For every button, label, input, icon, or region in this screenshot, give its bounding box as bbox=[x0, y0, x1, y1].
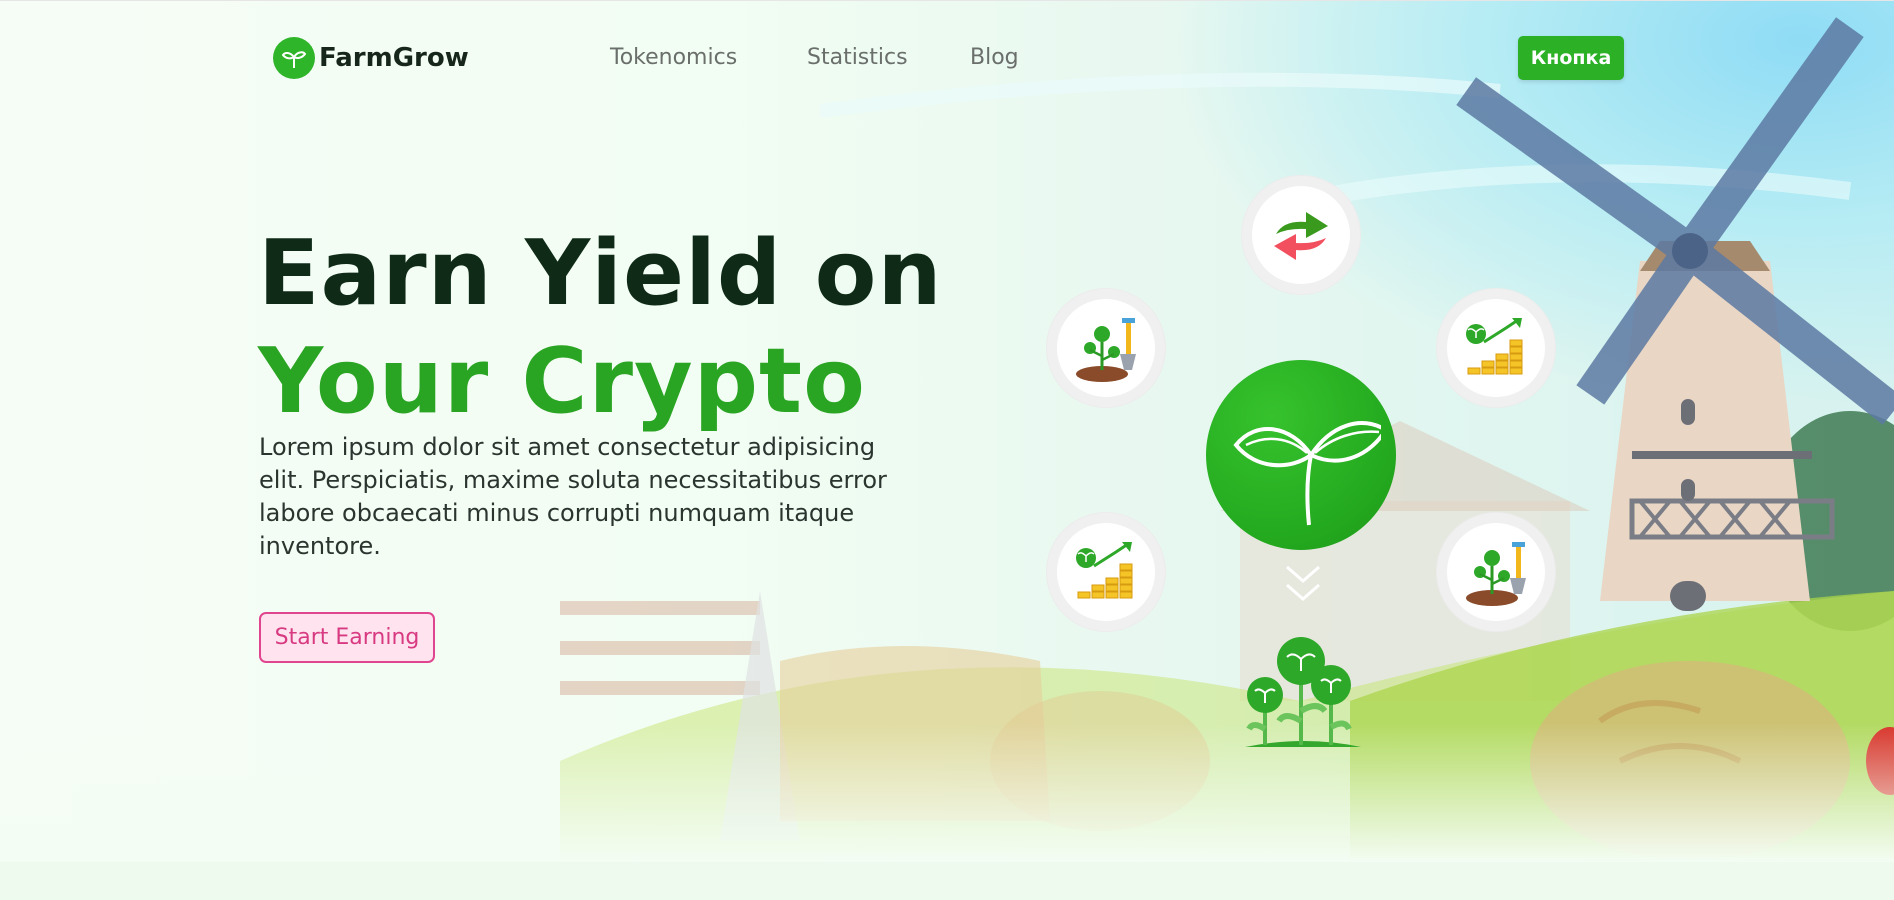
start-earning-button[interactable]: Start Earning bbox=[259, 612, 435, 663]
plant-shovel-icon bbox=[1466, 542, 1526, 606]
feature-circle-growth-right bbox=[1437, 289, 1555, 407]
hero-title-line2: Your Crypto bbox=[258, 329, 866, 434]
feature-circle-growth-left bbox=[1047, 513, 1165, 631]
hero-title-line1: Earn Yield on bbox=[258, 221, 943, 326]
brand-logo[interactable]: FarmGrow bbox=[273, 37, 469, 79]
feature-circle-harvest bbox=[1437, 513, 1555, 631]
hero-description: Lorem ipsum dolor sit amet consectetur a… bbox=[259, 433, 887, 560]
hero-section: FarmGrow Tokenomics Statistics Blog Кноп… bbox=[0, 0, 1894, 863]
feature-circle-planting bbox=[1047, 289, 1165, 407]
next-section-strip bbox=[0, 862, 1894, 900]
sprout-logo-icon bbox=[273, 37, 315, 79]
hero-bottom-fade bbox=[0, 723, 1894, 863]
plant-shovel-icon bbox=[1076, 318, 1136, 382]
swap-arrows-icon bbox=[1274, 212, 1328, 260]
sprout-icon bbox=[1233, 421, 1381, 526]
center-sprout-badge bbox=[1206, 360, 1396, 550]
nav-link-statistics[interactable]: Statistics bbox=[807, 45, 908, 70]
nav-link-blog[interactable]: Blog bbox=[970, 45, 1019, 70]
header-cta-button[interactable]: Кнопка bbox=[1518, 36, 1624, 80]
brand-name: FarmGrow bbox=[319, 43, 469, 73]
nav-link-tokenomics[interactable]: Tokenomics bbox=[610, 45, 737, 70]
chevron-down-icon bbox=[1286, 565, 1320, 601]
coins-growth-icon bbox=[1076, 542, 1133, 599]
coins-growth-icon bbox=[1466, 318, 1523, 375]
plants-icon bbox=[1245, 637, 1361, 747]
feature-circle-swap bbox=[1242, 176, 1360, 294]
